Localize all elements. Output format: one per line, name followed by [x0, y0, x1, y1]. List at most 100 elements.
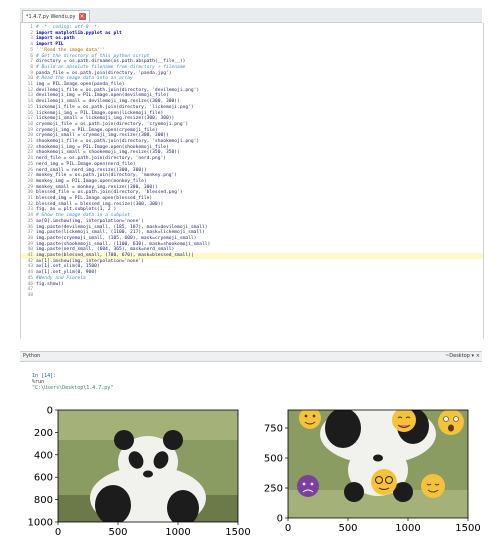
panda-right-arm	[167, 490, 199, 522]
panda-left-ear	[344, 482, 364, 502]
code-text: devilemoji_small = devilemoji_img.resize…	[36, 99, 180, 105]
y-tick-label: 500	[264, 454, 283, 465]
code-text: img.paste(devilemoji_small, (185, 107), …	[36, 224, 208, 230]
y-axis: 0 200 400 600 800 1000	[28, 406, 58, 529]
editor-tab-bar: *1.4.7.py Wendu.py ×	[20, 8, 482, 23]
code-text: lickemoji_small = lickemoji_img.resize((…	[36, 116, 175, 122]
code-text: ax[1].imshow(img, interpolation='none')	[36, 258, 144, 264]
code-text: img.paste(lickemoji_small, (1100, 217), …	[36, 230, 205, 236]
y-tick-label: 0	[277, 514, 283, 525]
panda-left-arm	[95, 485, 131, 522]
x-tick-label: 1000	[165, 527, 190, 538]
code-text: import matplotlib.pyplot as plt	[36, 30, 122, 36]
code-text: lickemoji_img = PIL.Image.open(lickemoji…	[36, 110, 164, 116]
code-text: img.paste(cryemoji_small, (105, 600), ma…	[36, 235, 197, 241]
y-tick-label: 400	[34, 450, 53, 461]
code-text: blessed_small = blessed_img.resize((300,…	[36, 201, 164, 207]
code-text: fig.show()	[36, 281, 64, 287]
editor-tab[interactable]: *1.4.7.py Wendu.py ×	[22, 10, 90, 22]
x-tick-label: 1500	[455, 523, 480, 534]
code-editor[interactable]: 1 # -*- coding: utf-8 -*- 2 import matplotl…	[20, 23, 484, 339]
y-tick-label: 250	[264, 484, 283, 495]
y-tick-label: 0	[47, 406, 53, 417]
lick-emoji-icon	[392, 410, 416, 432]
code-text: # -*- coding: utf-8 -*-	[36, 25, 100, 30]
code-text: devilemoji_file = os.path.join(directory…	[36, 87, 200, 93]
x-tick-label: 1500	[225, 527, 250, 538]
code-text: cryemoji_small = cryemoji_img.resize((30…	[36, 133, 169, 139]
code-text: monkey_img = PIL.Image.open(monkey_file)	[36, 178, 147, 184]
x-tick-label: 1000	[395, 523, 420, 534]
code-text: import PIL	[36, 42, 64, 48]
code-text: ax[1].set_ylim(0, 900)	[36, 270, 97, 276]
code-text: shookemoji_file = os.path.join(directory…	[36, 139, 200, 144]
code-text: directory = os.path.dirname(os.path.absp…	[36, 59, 186, 65]
console-path: "C:\Users\Desktop\1.4.7.py"	[32, 385, 114, 391]
x-tick-label: 0	[285, 523, 291, 534]
code-text: lickemoji_file = os.path.join(directory,…	[36, 104, 194, 110]
y-tick-label: 200	[34, 428, 53, 439]
code-text: import os.path	[36, 36, 75, 42]
code-text: img.paste(shookemoji_small, (1100, 630),…	[36, 241, 211, 247]
panda-right-ear	[163, 430, 183, 450]
line-number: 48	[27, 292, 33, 298]
panda-left-arm	[325, 410, 361, 448]
code-text: panda_file = os.path.join(directory, 'pa…	[36, 70, 172, 76]
code-text: '''Read the image data'''	[36, 47, 106, 53]
background-highlight	[58, 410, 238, 440]
code-text: shookemoji_small = shookemoji_img.resize…	[36, 150, 180, 156]
code-text: cryemoji_file = os.path.join(directory, …	[36, 121, 189, 127]
code-text: cryemoji_img = PIL.Image.open(cryemoji_f…	[36, 127, 158, 133]
blessed-emoji-icon	[421, 474, 445, 498]
console-title: Python	[23, 353, 41, 359]
plot-panda-emoji-svg: 0 250 500 750 0 500 1000 1500	[264, 409, 481, 534]
plot-panda: 0 200 400 600 800 1000 0 500 1000 1500	[28, 400, 253, 545]
editor-tab-label: *1.4.7.py Wendu.py	[26, 13, 76, 20]
code-text: monkey_file = os.path.join(directory, 'm…	[36, 173, 178, 179]
code-text: # Get the directory of this python scrip…	[36, 53, 150, 59]
y-tick-label: 750	[264, 424, 283, 435]
code-text: img.paste(blessed_small, (700, 670), mas…	[36, 253, 194, 258]
y-tick-label: 800	[34, 495, 53, 506]
code-text: # Build an absolute filename from direct…	[36, 64, 186, 70]
y-tick-label: 600	[34, 473, 53, 484]
code-text: ax[0].imshow(img, interpolation='none')	[36, 218, 144, 224]
console-input-line[interactable]: In [14]: %run "C:\Users\Desktop\1.4.7.py…	[20, 367, 113, 397]
code-text: fig, ax = plt.subplots(1, 2 )	[36, 207, 117, 213]
code-text: nerd_img = PIL.Image.open(nerd_file)	[36, 161, 136, 167]
code-text: blessed_img = PIL.Image.open(blessed_fil…	[36, 196, 153, 201]
code-line[interactable]: 48	[21, 293, 483, 299]
plot-panda-svg: 0 200 400 600 800 1000 0 500 1000 1500	[28, 406, 251, 539]
code-text: shookemoji_img = PIL.Image.open(shookemo…	[36, 144, 169, 150]
x-tick-label: 0	[55, 527, 61, 538]
panda-nose	[143, 470, 153, 478]
code-text: img.paste(nerd_small, (604, 365), mask=n…	[36, 247, 175, 253]
console-tabs-menu[interactable]: ~Desktop ▾	[445, 353, 474, 359]
code-text: devilemoji_img = PIL.Image.open(devilemo…	[36, 93, 169, 99]
cry-emoji-icon	[297, 475, 319, 497]
close-icon[interactable]: ×	[476, 353, 480, 359]
code-text: img = PIL.Image.open(panda_file)	[36, 82, 125, 87]
panda-nose	[373, 454, 383, 462]
nerd-emoji-icon	[371, 469, 397, 495]
code-text: nerd_file = os.path.join(directory, 'ner…	[36, 156, 166, 162]
x-axis: 0 500 1000 1500	[55, 522, 251, 538]
x-axis: 0 500 1000 1500	[285, 518, 481, 534]
code-text: # Read the image data into an array	[36, 76, 133, 82]
code-text: blessed_file = os.path.join(directory, '…	[36, 190, 183, 196]
code-text: nerd_small = nerd_img.resize((300, 300))	[36, 167, 147, 173]
y-tick-label: 1000	[28, 518, 53, 529]
ide-window: *1.4.7.py Wendu.py × 1 # -*- coding: utf-…	[0, 0, 504, 550]
x-tick-label: 500	[338, 523, 357, 534]
plot-panda-emoji: 0 250 500 750 0 500 1000 1500	[256, 400, 488, 545]
code-text: # Show the image data in a subplot	[36, 213, 131, 219]
code-text: #Wendy and Fiorela	[36, 275, 86, 281]
code-text: monkey_small = monkey_img.resize((300, 3…	[36, 184, 158, 190]
panda-left-ear	[114, 430, 134, 450]
x-tick-label: 500	[108, 527, 127, 538]
y-axis: 0 250 500 750	[264, 424, 288, 525]
console-header: Python ~Desktop ▾ ×	[20, 351, 482, 362]
shook-emoji-icon	[438, 410, 464, 435]
code-text: ax[1].set_xlim(0, 1500)	[36, 264, 100, 270]
close-icon[interactable]: ×	[78, 13, 86, 20]
